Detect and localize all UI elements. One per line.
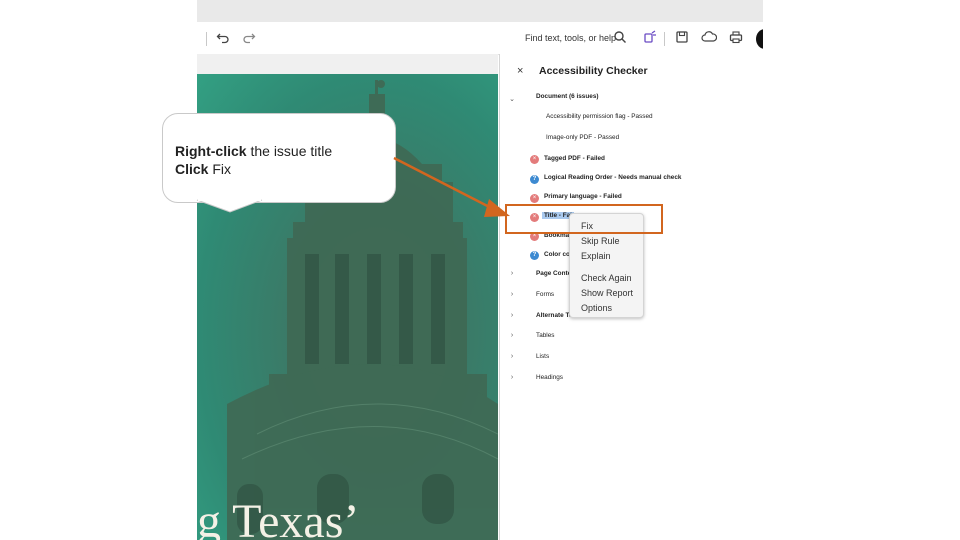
- chevron-right-icon[interactable]: ›: [508, 374, 516, 381]
- rule-primary-language[interactable]: Primary language - Failed: [544, 193, 622, 200]
- top-toolbar: Find text, tools, or help: [197, 22, 763, 55]
- menu-item-check-again[interactable]: Check Again: [581, 273, 632, 283]
- group-forms[interactable]: Forms: [536, 291, 554, 298]
- rule-logical-reading-order[interactable]: Logical Reading Order - Needs manual che…: [544, 174, 681, 181]
- edit-magic-icon[interactable]: [641, 30, 659, 46]
- group-alternate-text[interactable]: Alternate Te: [536, 312, 572, 319]
- cloud-icon[interactable]: [700, 30, 718, 46]
- chevron-right-icon[interactable]: ›: [508, 312, 516, 319]
- group-headings[interactable]: Headings: [536, 374, 563, 381]
- undo-icon[interactable]: [214, 31, 232, 47]
- group-tables[interactable]: Tables: [536, 332, 554, 339]
- rule-image-only-pdf[interactable]: Image-only PDF - Passed: [546, 134, 619, 141]
- help-icon: ?: [530, 175, 539, 184]
- rule-accessibility-permission[interactable]: Accessibility permission flag - Passed: [546, 113, 653, 120]
- chevron-right-icon[interactable]: ›: [508, 291, 516, 298]
- redo-icon[interactable]: [240, 31, 258, 47]
- save-icon[interactable]: [673, 30, 691, 46]
- help-icon: ?: [530, 251, 539, 260]
- rule-tagged-pdf[interactable]: Tagged PDF - Failed: [544, 155, 605, 162]
- callout-line1-bold: Right-click: [175, 143, 247, 159]
- menu-item-show-report[interactable]: Show Report: [581, 288, 633, 298]
- find-tools-search[interactable]: Find text, tools, or help: [525, 33, 616, 43]
- avatar[interactable]: [756, 29, 763, 49]
- menu-item-options[interactable]: Options: [581, 303, 612, 313]
- failed-icon: ×: [530, 194, 539, 203]
- print-icon[interactable]: [727, 30, 745, 46]
- chevron-right-icon[interactable]: ›: [508, 353, 516, 360]
- search-icon[interactable]: [611, 30, 629, 46]
- chevron-right-icon[interactable]: ›: [508, 270, 516, 277]
- menu-item-skip-rule[interactable]: Skip Rule: [581, 236, 620, 246]
- callout-text: Right-click the issue title Click Fix: [175, 142, 332, 178]
- close-icon[interactable]: ×: [517, 65, 523, 77]
- acrobat-window: Find text, tools, or help g Texas’ × Acc…: [197, 0, 763, 540]
- group-document[interactable]: Document (6 issues): [536, 93, 599, 100]
- callout-line2-rest: Fix: [208, 161, 232, 177]
- chevron-down-icon[interactable]: ⌄: [508, 95, 516, 103]
- toolbar-divider: [206, 32, 207, 46]
- menu-item-explain[interactable]: Explain: [581, 251, 611, 261]
- callout-line1-rest: the issue title: [246, 143, 333, 159]
- group-page-content[interactable]: Page Conte: [536, 270, 571, 277]
- group-lists[interactable]: Lists: [536, 353, 549, 360]
- callout-line2-bold: Click: [175, 161, 209, 177]
- chevron-right-icon[interactable]: ›: [508, 332, 516, 339]
- document-title-text: g Texas’: [197, 495, 360, 540]
- title-strip: [197, 0, 763, 22]
- panel-title: Accessibility Checker: [539, 65, 648, 77]
- toolbar-divider: [664, 32, 665, 46]
- failed-icon: ×: [530, 155, 539, 164]
- highlight-box: [505, 204, 663, 234]
